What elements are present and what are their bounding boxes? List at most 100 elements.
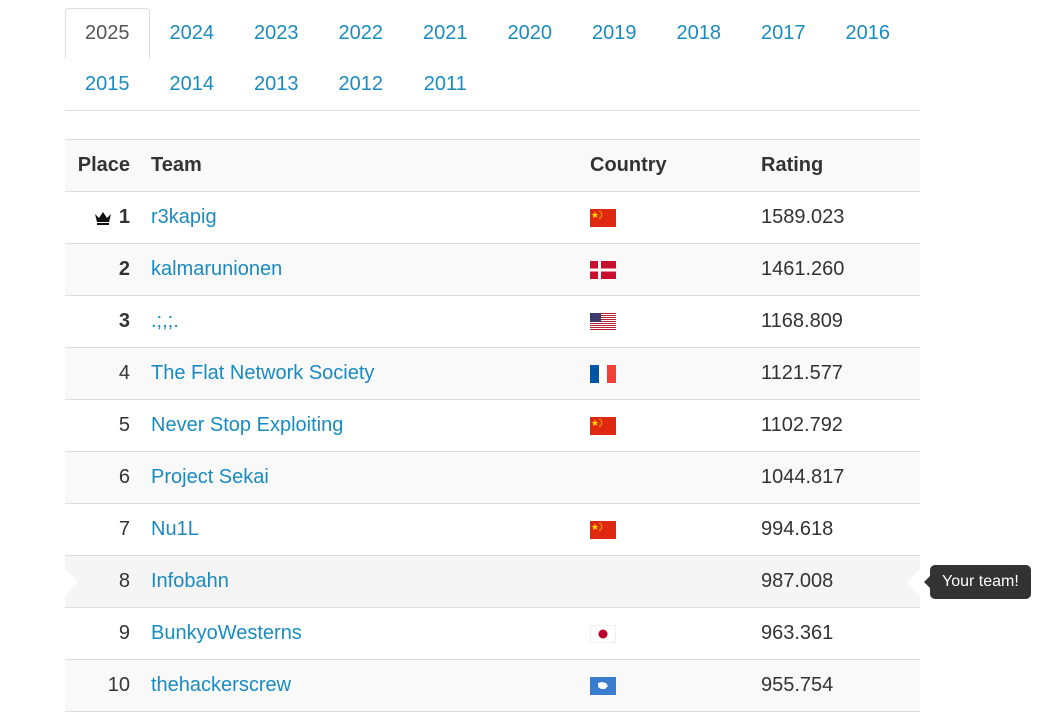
team-cell: Nu1L [140,503,579,556]
country-cell [579,503,750,556]
team-cell: Infobahn [140,555,579,608]
place-number: 1 [118,206,130,228]
rating-cell: 1589.023 [750,191,920,244]
place-cell: 10 [65,659,140,712]
tab-year-2011[interactable]: 2011 [403,59,488,110]
rating-cell: 994.618 [750,503,920,556]
header-rating: Rating [750,139,920,192]
team-link[interactable]: Nu1L [151,518,199,540]
place-number: 10 [107,674,130,696]
place-cell: 4 [65,347,140,400]
team-cell: BunkyoWesterns [140,607,579,660]
tab-year-2020[interactable]: 2020 [488,8,573,59]
team-link[interactable]: Project Sekai [151,466,269,488]
tab-year-2021[interactable]: 2021 [403,8,488,59]
place-number: 5 [118,414,130,436]
tab-year-2022[interactable]: 2022 [319,8,404,59]
country-cell [579,659,750,712]
country-cell [579,243,750,296]
flag-cn-icon [590,414,616,436]
flag-jp-icon [590,622,616,644]
team-link[interactable]: BunkyoWesterns [151,622,302,644]
tab-year-2019[interactable]: 2019 [572,8,657,59]
place-number: 2 [118,258,130,280]
country-cell [579,607,750,660]
tab-year-2012[interactable]: 2012 [319,59,404,110]
tab-year-2016[interactable]: 2016 [826,8,911,59]
place-number: 9 [118,622,130,644]
table-row: 3.;,;. 1168.809 [65,295,920,348]
team-link[interactable]: .;,;. [151,310,179,332]
place-cell: 9 [65,607,140,660]
flag-us-icon [590,310,616,332]
place-cell: 3 [65,295,140,348]
tab-year-2024[interactable]: 2024 [150,8,235,59]
place-number: 8 [118,570,130,592]
place-number: 6 [118,466,130,488]
crown-icon [94,206,119,228]
country-cell [579,295,750,348]
team-link[interactable]: The Flat Network Society [151,362,374,384]
place-cell: 2 [65,243,140,296]
your-team-tooltip: Your team! [924,564,1031,599]
place-number: 4 [118,362,130,384]
team-cell: .;,;. [140,295,579,348]
place-cell: 7 [65,503,140,556]
rating-panel: 2025 2024 2023 2022 2021 2020 2019 2018 2017 2016… [65,8,920,712]
flag-cn-icon [590,518,616,540]
header-team: Team [140,139,579,192]
place-number: 7 [118,518,130,540]
table-row: 8 Infobahn 987.008 [65,555,920,608]
tab-year-2023[interactable]: 2023 [234,8,319,59]
your-team-marker-left [65,568,78,595]
rating-cell: 1121.577 [750,347,920,400]
team-cell: Project Sekai [140,451,579,504]
rating-cell: 1102.792 [750,399,920,452]
country-cell [579,451,750,504]
country-cell [579,555,750,608]
table-row: 1 r3kapig 1589.023 [65,191,920,244]
rating-cell: 1044.817 [750,451,920,504]
header-place: Place [65,139,140,192]
country-cell [579,347,750,400]
table-row: 4 The Flat Network Society 1121.577 [65,347,920,400]
country-cell [579,399,750,452]
header-country: Country [579,139,750,192]
table-row: 2 kalmarunionen 1461.260 [65,243,920,296]
flag-aq-icon [590,674,616,696]
year-tabs: 2025 2024 2023 2022 2021 2020 2019 2018 2017 2016… [65,8,920,111]
team-link[interactable]: Infobahn [151,570,229,592]
team-link[interactable]: kalmarunionen [151,258,282,280]
team-link[interactable]: Never Stop Exploiting [151,414,343,436]
rating-cell: 963.361 [750,607,920,660]
tab-year-2013[interactable]: 2013 [234,59,319,110]
table-row: 5 Never Stop Exploiting 1102.792 [65,399,920,452]
tab-year-2014[interactable]: 2014 [150,59,235,110]
ranking-table: Place Team Country Rating 1 r3kapig 1589.0… [65,139,920,712]
team-cell: r3kapig [140,191,579,244]
tab-year-2015[interactable]: 2015 [65,59,150,110]
tab-year-2017[interactable]: 2017 [741,8,826,59]
tab-year-2018[interactable]: 2018 [657,8,742,59]
team-cell: Never Stop Exploiting [140,399,579,452]
flag-cn-icon [590,206,616,228]
rating-cell: 987.008 [750,555,920,608]
country-cell [579,191,750,244]
place-cell: 6 [65,451,140,504]
flag-dk-icon [590,258,616,280]
table-row: 9 BunkyoWesterns 963.361 [65,607,920,660]
team-link[interactable]: r3kapig [151,206,217,228]
tab-year-2025[interactable]: 2025 [65,8,150,59]
place-cell: 1 [65,191,140,244]
team-cell: The Flat Network Society [140,347,579,400]
place-cell: 5 [65,399,140,452]
rating-cell: 1168.809 [750,295,920,348]
rating-cell: 1461.260 [750,243,920,296]
table-header-row: Place Team Country Rating [65,139,920,192]
team-cell: thehackerscrew [140,659,579,712]
place-number: 3 [118,310,130,332]
your-team-marker-right [907,568,920,595]
team-link[interactable]: thehackerscrew [151,674,291,696]
table-row: 10 thehackerscrew 955.754 [65,659,920,712]
team-cell: kalmarunionen [140,243,579,296]
